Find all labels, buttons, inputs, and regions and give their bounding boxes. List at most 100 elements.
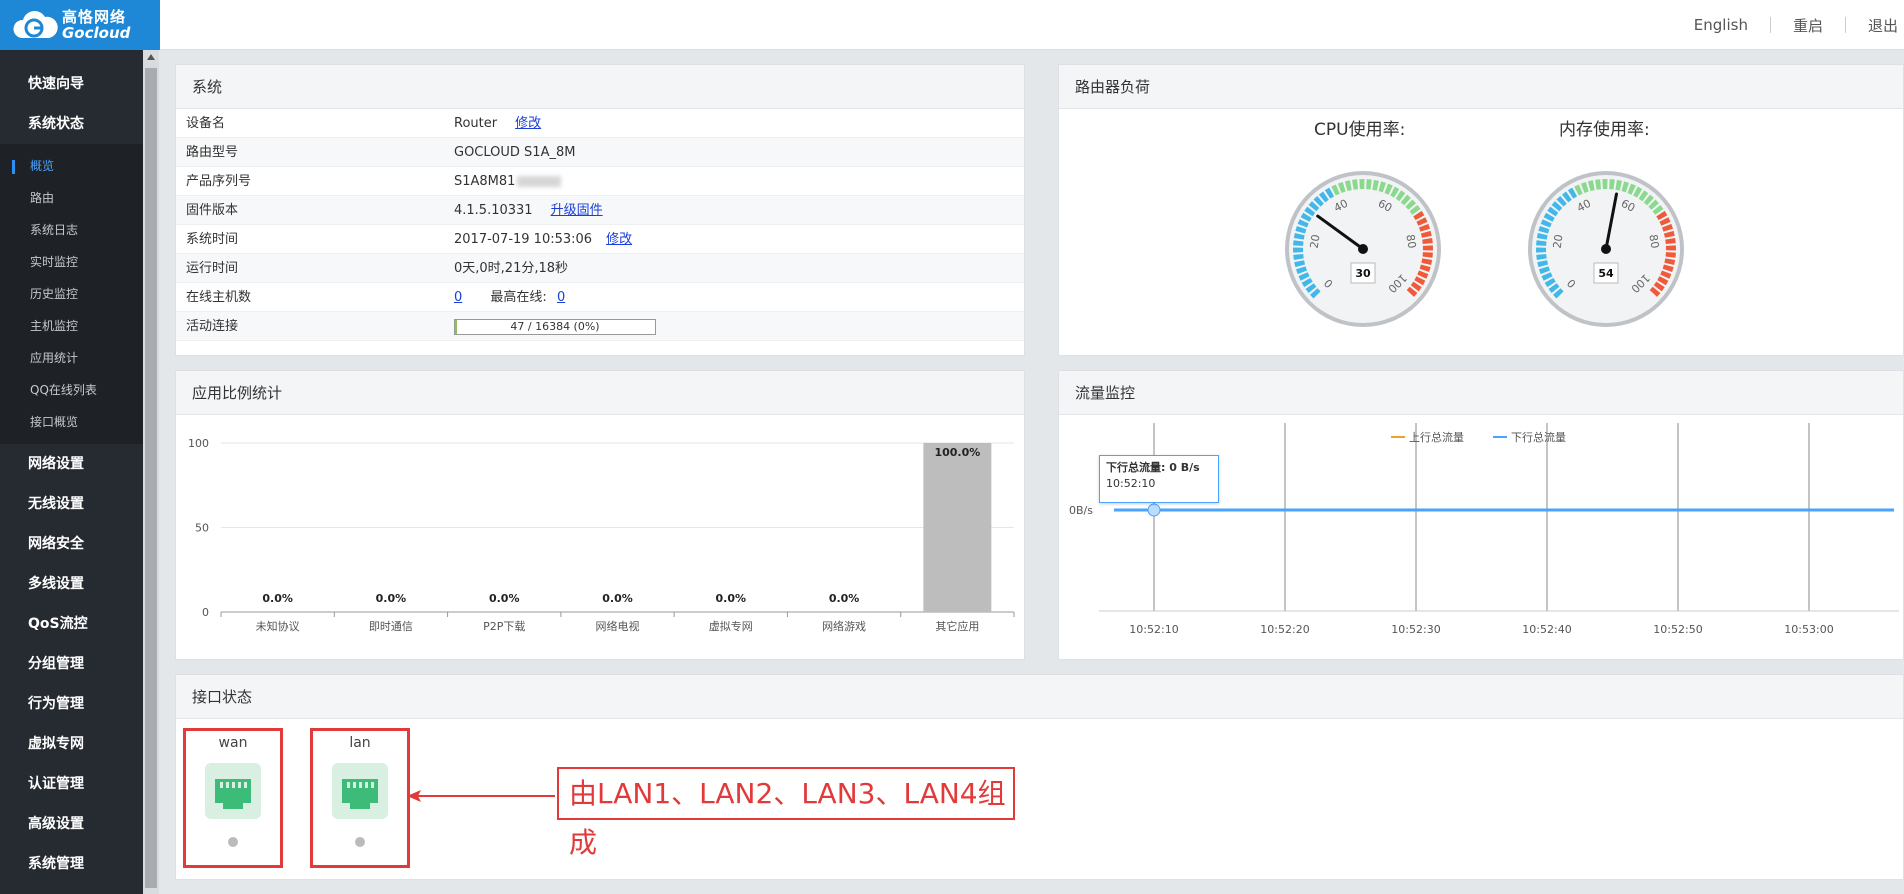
- bar-data-label: 100.0%: [934, 446, 980, 459]
- traffic-x-tick-label: 10:52:50: [1653, 623, 1702, 636]
- sub-app-stats[interactable]: 应用统计: [0, 342, 143, 374]
- tooltip-time: 10:52:10: [1106, 477, 1156, 490]
- memory-usage-label: 内存使用率:: [1559, 120, 1650, 140]
- port-wan[interactable]: wan: [183, 728, 283, 868]
- menu-behavior-management[interactable]: 行为管理: [0, 684, 143, 724]
- system-panel-title: 系统: [176, 65, 1024, 109]
- menu-auth-management[interactable]: 认证管理: [0, 764, 143, 804]
- bar-category-label: 网络电视: [596, 619, 640, 633]
- router-load-panel: 路由器负荷 CPU使用率: 内存使用率: 0 20 40 60 80 100 30 0 20 4…: [1058, 64, 1904, 356]
- submenu-system-status: 概览 路由 系统日志 实时监控 历史监控 主机监控 应用统计 QQ在线列表 接口…: [0, 144, 143, 444]
- cloud-logo-icon: [12, 8, 58, 42]
- sub-interface-overview[interactable]: 接口概览: [0, 406, 143, 438]
- table-row: 产品序列号 S1A8M81: [176, 167, 1024, 196]
- sub-overview[interactable]: 概览: [0, 150, 143, 182]
- edit-device-name-link[interactable]: 修改: [515, 116, 541, 131]
- serial-value: S1A8M81: [454, 174, 516, 189]
- interface-title: 接口状态: [176, 675, 1903, 719]
- logout-link[interactable]: 退出: [1846, 15, 1904, 36]
- logo[interactable]: 高恪网络 Gocloud: [0, 0, 160, 50]
- sub-route[interactable]: 路由: [0, 182, 143, 214]
- sub-realtime-monitor[interactable]: 实时监控: [0, 246, 143, 278]
- sub-host-monitor[interactable]: 主机监控: [0, 310, 143, 342]
- bar-category-label: 即时通信: [369, 620, 413, 633]
- device-name-value: Router: [454, 116, 498, 131]
- english-link[interactable]: English: [1672, 16, 1770, 34]
- system-info-table: 设备名 Router 修改 路由型号 GOCLOUD S1A_8M 产品序列号 S…: [176, 109, 1024, 341]
- traffic-title: 流量监控: [1059, 371, 1903, 415]
- logo-cn-text: 高恪网络: [62, 8, 127, 26]
- memory-gauge-tick-label: 20: [1551, 233, 1566, 249]
- bar-y-tick-label: 50: [195, 522, 209, 535]
- bar-data-label: 0.0%: [489, 592, 520, 605]
- sub-qq-online[interactable]: QQ在线列表: [0, 374, 143, 406]
- active-conn-value: 47 / 16384 (0%): [510, 319, 600, 333]
- memory-gauge-hub: [1601, 244, 1611, 254]
- menu-advanced-settings[interactable]: 高级设置: [0, 804, 143, 844]
- sub-history-monitor[interactable]: 历史监控: [0, 278, 143, 310]
- cpu-gauge-tick-label: 20: [1308, 233, 1323, 249]
- cpu-gauge-hub: [1358, 244, 1368, 254]
- menu-qos[interactable]: QoS流控: [0, 604, 143, 644]
- scroll-thumb[interactable]: [145, 68, 157, 888]
- system-time-value: 2017-07-19 10:53:06: [454, 232, 593, 247]
- table-row: 设备名 Router 修改: [176, 109, 1024, 138]
- traffic-x-tick-label: 10:52:40: [1522, 623, 1571, 636]
- top-bar: 高恪网络 Gocloud English 重启 退出: [0, 0, 1904, 50]
- max-online-link[interactable]: 0: [557, 290, 565, 305]
- memory-gauge-band-segment: [1536, 247, 1547, 253]
- bar-category-label: 未知协议: [256, 619, 300, 633]
- device-name-label: 设备名: [186, 116, 226, 131]
- router-load-title: 路由器负荷: [1059, 65, 1903, 109]
- memory-gauge-tick-label: 80: [1646, 233, 1661, 249]
- online-hosts-label: 在线主机数: [186, 290, 252, 305]
- reboot-link[interactable]: 重启: [1771, 15, 1845, 36]
- traffic-x-tick-label: 10:53:00: [1784, 623, 1833, 636]
- sidebar: 快速向导 系统状态 概览 路由 系统日志 实时监控 历史监控 主机监控 应用统计…: [0, 50, 143, 894]
- top-links: English 重启 退出: [1672, 0, 1904, 50]
- traffic-hover-point: [1147, 503, 1161, 517]
- port-status-dot: [355, 837, 365, 847]
- port-wan-label: wan: [218, 735, 248, 751]
- system-panel: 系统 设备名 Router 修改 路由型号 GOCLOUD S1A_8M 产品序列…: [175, 64, 1025, 356]
- cpu-gauge: 02040 608010030: [1285, 171, 1441, 327]
- traffic-y-tick-label: 0B/s: [1069, 504, 1093, 517]
- bar-y-tick-label: 100: [188, 437, 209, 450]
- port-status-dot: [228, 837, 238, 847]
- upgrade-firmware-link[interactable]: 升级固件: [551, 203, 603, 218]
- menu-vpn[interactable]: 虚拟专网: [0, 724, 143, 764]
- menu-system-management[interactable]: 系统管理: [0, 844, 143, 884]
- port-lan[interactable]: lan: [310, 728, 410, 868]
- traffic-line-chart: 10:52:10 10:52:20 10:52:30 10:52:40 10:52:50…: [1069, 423, 1899, 636]
- app-stats-panel: 应用比例统计 0 50 100 0.0% 未知协议 0.0% 即时通信 0.0% P2P下载 0.…: [175, 370, 1025, 660]
- chart-tooltip: 下行总流量: 0 B/s 10:52:10: [1099, 455, 1219, 503]
- model-value: GOCLOUD S1A_8M: [454, 145, 576, 160]
- sidebar-scrollbar[interactable]: [143, 50, 159, 894]
- max-online-label: 最高在线:: [490, 290, 547, 305]
- menu-network-settings[interactable]: 网络设置: [0, 444, 143, 484]
- menu-system-status[interactable]: 系统状态: [0, 104, 143, 144]
- bar-y-tick-label: 0: [202, 606, 209, 619]
- annotation-box: 由LAN1、LAN2、LAN3、LAN4组成: [557, 767, 1015, 859]
- bar-data-label: 0.0%: [376, 592, 407, 605]
- port-lan-label: lan: [349, 735, 371, 751]
- menu-quick-guide[interactable]: 快速向导: [0, 64, 143, 104]
- legend-down-label: 下行总流量: [1511, 430, 1566, 444]
- firmware-value: 4.1.5.10331: [454, 203, 533, 218]
- menu-network-security[interactable]: 网络安全: [0, 524, 143, 564]
- bar-category-label: 其它应用: [935, 619, 979, 633]
- scroll-up-arrow-icon[interactable]: [147, 54, 155, 60]
- table-row: 运行时间 0天,0时,21分,18秒: [176, 254, 1024, 283]
- edit-time-link[interactable]: 修改: [606, 232, 632, 247]
- ethernet-port-icon: [332, 763, 388, 819]
- cpu-gauge-tick-label: 80: [1403, 233, 1418, 249]
- cpu-gauge-band-segment: [1422, 245, 1433, 251]
- online-hosts-link[interactable]: 0: [454, 290, 462, 305]
- menu-multiline[interactable]: 多线设置: [0, 564, 143, 604]
- app-ratio-bar-chart: 0 50 100 0.0% 未知协议 0.0% 即时通信 0.0% P2P下载 0.0% 网络电视 0…: [188, 437, 1015, 633]
- menu-group-management[interactable]: 分组管理: [0, 644, 143, 684]
- bar-category-label: 网络游戏: [822, 619, 866, 633]
- bar-category-label: P2P下载: [483, 620, 525, 633]
- sub-system-log[interactable]: 系统日志: [0, 214, 143, 246]
- menu-wireless-settings[interactable]: 无线设置: [0, 484, 143, 524]
